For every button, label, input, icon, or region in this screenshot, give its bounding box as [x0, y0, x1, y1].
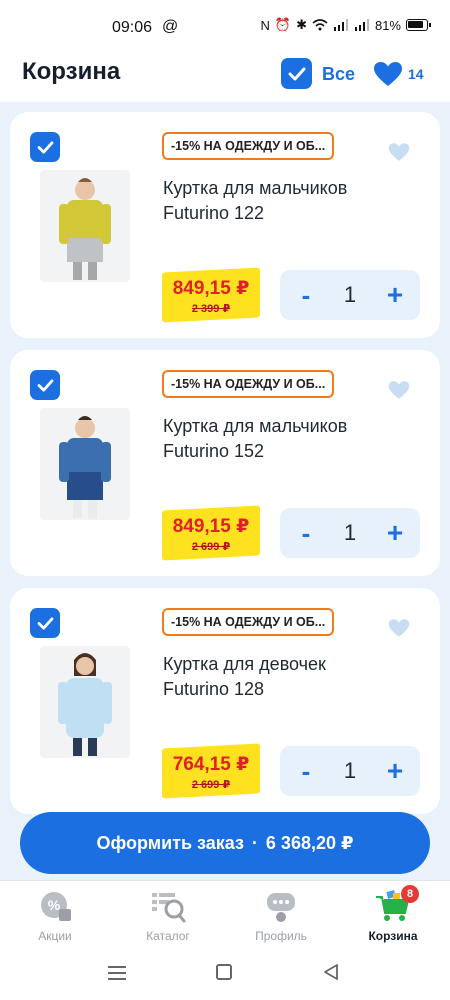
- quantity-plus-button[interactable]: +: [380, 754, 410, 788]
- tab-catalog[interactable]: Каталог: [123, 889, 213, 949]
- profile-icon: [263, 889, 299, 923]
- price-old: 2 699 ₽: [191, 779, 231, 791]
- cart-badge: 8: [401, 885, 419, 903]
- signal-icon: [333, 19, 348, 31]
- checkout-button[interactable]: Оформить заказ · 6 368,20 ₽: [20, 812, 430, 874]
- tab-promotions[interactable]: % Акции: [10, 889, 100, 949]
- promo-badge[interactable]: -15% НА ОДЕЖДУ И ОБ...: [162, 370, 335, 398]
- quantity-minus-button[interactable]: -: [294, 754, 318, 788]
- jacket-photo: [58, 653, 112, 756]
- checkout-total: 6 368,20 ₽: [265, 832, 354, 853]
- quantity-value: 1: [343, 520, 357, 545]
- item-checkbox[interactable]: [30, 370, 60, 400]
- select-all-checkbox[interactable]: [281, 58, 312, 89]
- cart-icon: 8: [375, 885, 419, 923]
- promo-badge[interactable]: -15% НА ОДЕЖДУ И ОБ...: [162, 132, 335, 160]
- cart-item: -15% НА ОДЕЖДУ И ОБ... Куртка для мальчи…: [10, 112, 440, 338]
- checkmark-icon: [288, 67, 305, 80]
- select-all-label[interactable]: Все: [322, 64, 355, 85]
- price-current: 849,15 ₽: [172, 516, 250, 537]
- tab-label: Акции: [38, 929, 72, 943]
- checkmark-icon: [37, 140, 53, 154]
- favorites-count[interactable]: 14: [408, 66, 424, 82]
- system-nav-bar: [0, 950, 450, 1000]
- quantity-plus-button[interactable]: +: [380, 278, 410, 312]
- product-image[interactable]: [40, 170, 130, 282]
- wifi-icon: [312, 19, 328, 31]
- status-icons: N ⏰ ✱ 81%: [260, 17, 431, 33]
- jacket-photo: [59, 416, 111, 518]
- alarm-icon: ⏰: [274, 17, 292, 32]
- back-button[interactable]: [322, 963, 340, 981]
- status-bar: 09:06 @ N ⏰ ✱ 81%: [0, 0, 450, 50]
- jacket-photo: [59, 178, 111, 280]
- quantity-value: 1: [343, 282, 357, 307]
- cart-item: -15% НА ОДЕЖДУ И ОБ... Куртка для мальчи…: [10, 350, 440, 576]
- quantity-stepper: - 1 +: [280, 508, 420, 558]
- price-current: 849,15 ₽: [172, 278, 250, 299]
- page-title: Корзина: [22, 58, 121, 85]
- tab-label: Профиль: [255, 929, 307, 943]
- checkout-label: Оформить заказ: [96, 832, 244, 853]
- bluetooth-icon: ✱: [296, 17, 307, 32]
- favorite-heart-icon[interactable]: [388, 380, 410, 400]
- product-image[interactable]: [40, 646, 130, 758]
- catalog-search-icon: [150, 889, 186, 923]
- home-button[interactable]: [216, 964, 232, 980]
- tab-label: Каталог: [146, 929, 190, 943]
- tab-label: Корзина: [368, 929, 418, 943]
- quantity-plus-button[interactable]: +: [380, 516, 410, 550]
- promo-badge[interactable]: -15% НА ОДЕЖДУ И ОБ...: [162, 608, 335, 636]
- quantity-minus-button[interactable]: -: [294, 278, 318, 312]
- product-name[interactable]: Куртка для мальчиков Futurino 152: [163, 414, 353, 464]
- product-image[interactable]: [40, 408, 130, 520]
- price-current: 764,15 ₽: [172, 754, 250, 775]
- status-time: 09:06: [112, 19, 153, 36]
- favorite-heart-icon[interactable]: [388, 618, 410, 638]
- price-old: 2 699 ₽: [191, 541, 231, 553]
- quantity-minus-button[interactable]: -: [294, 516, 318, 550]
- battery-percent: 81%: [374, 17, 401, 33]
- product-name[interactable]: Куртка для мальчиков Futurino 122: [163, 176, 353, 226]
- quantity-value: 1: [343, 758, 357, 783]
- battery-icon: [406, 19, 431, 31]
- recent-apps-button[interactable]: [108, 966, 126, 980]
- percent-icon: %: [37, 889, 73, 923]
- signal-2-icon: [354, 19, 369, 31]
- item-checkbox[interactable]: [30, 608, 60, 638]
- quantity-stepper: - 1 +: [280, 746, 420, 796]
- price-old: 2 399 ₽: [191, 303, 231, 315]
- favorites-heart-icon[interactable]: [373, 61, 403, 87]
- tab-profile[interactable]: Профиль: [236, 889, 326, 949]
- app-header: Корзина Все 14: [0, 50, 450, 102]
- checkout-separator: ·: [251, 832, 258, 853]
- cart-list: -15% НА ОДЕЖДУ И ОБ... Куртка для мальчи…: [0, 102, 450, 814]
- nfc-icon: N: [260, 17, 270, 33]
- tab-cart[interactable]: 8 Корзина: [348, 885, 438, 949]
- product-name[interactable]: Куртка для девочек Futurino 128: [163, 652, 353, 702]
- svg-text:%: %: [48, 897, 61, 913]
- item-checkbox[interactable]: [30, 132, 60, 162]
- checkmark-icon: [37, 616, 53, 630]
- favorite-heart-icon[interactable]: [388, 142, 410, 162]
- checkmark-icon: [37, 378, 53, 392]
- bottom-tab-bar: % Акции Каталог Профиль 8 Корзина: [0, 880, 450, 950]
- quantity-stepper: - 1 +: [280, 270, 420, 320]
- cart-item: -15% НА ОДЕЖДУ И ОБ... Куртка для девоче…: [10, 588, 440, 814]
- status-at-icon: @: [162, 18, 179, 35]
